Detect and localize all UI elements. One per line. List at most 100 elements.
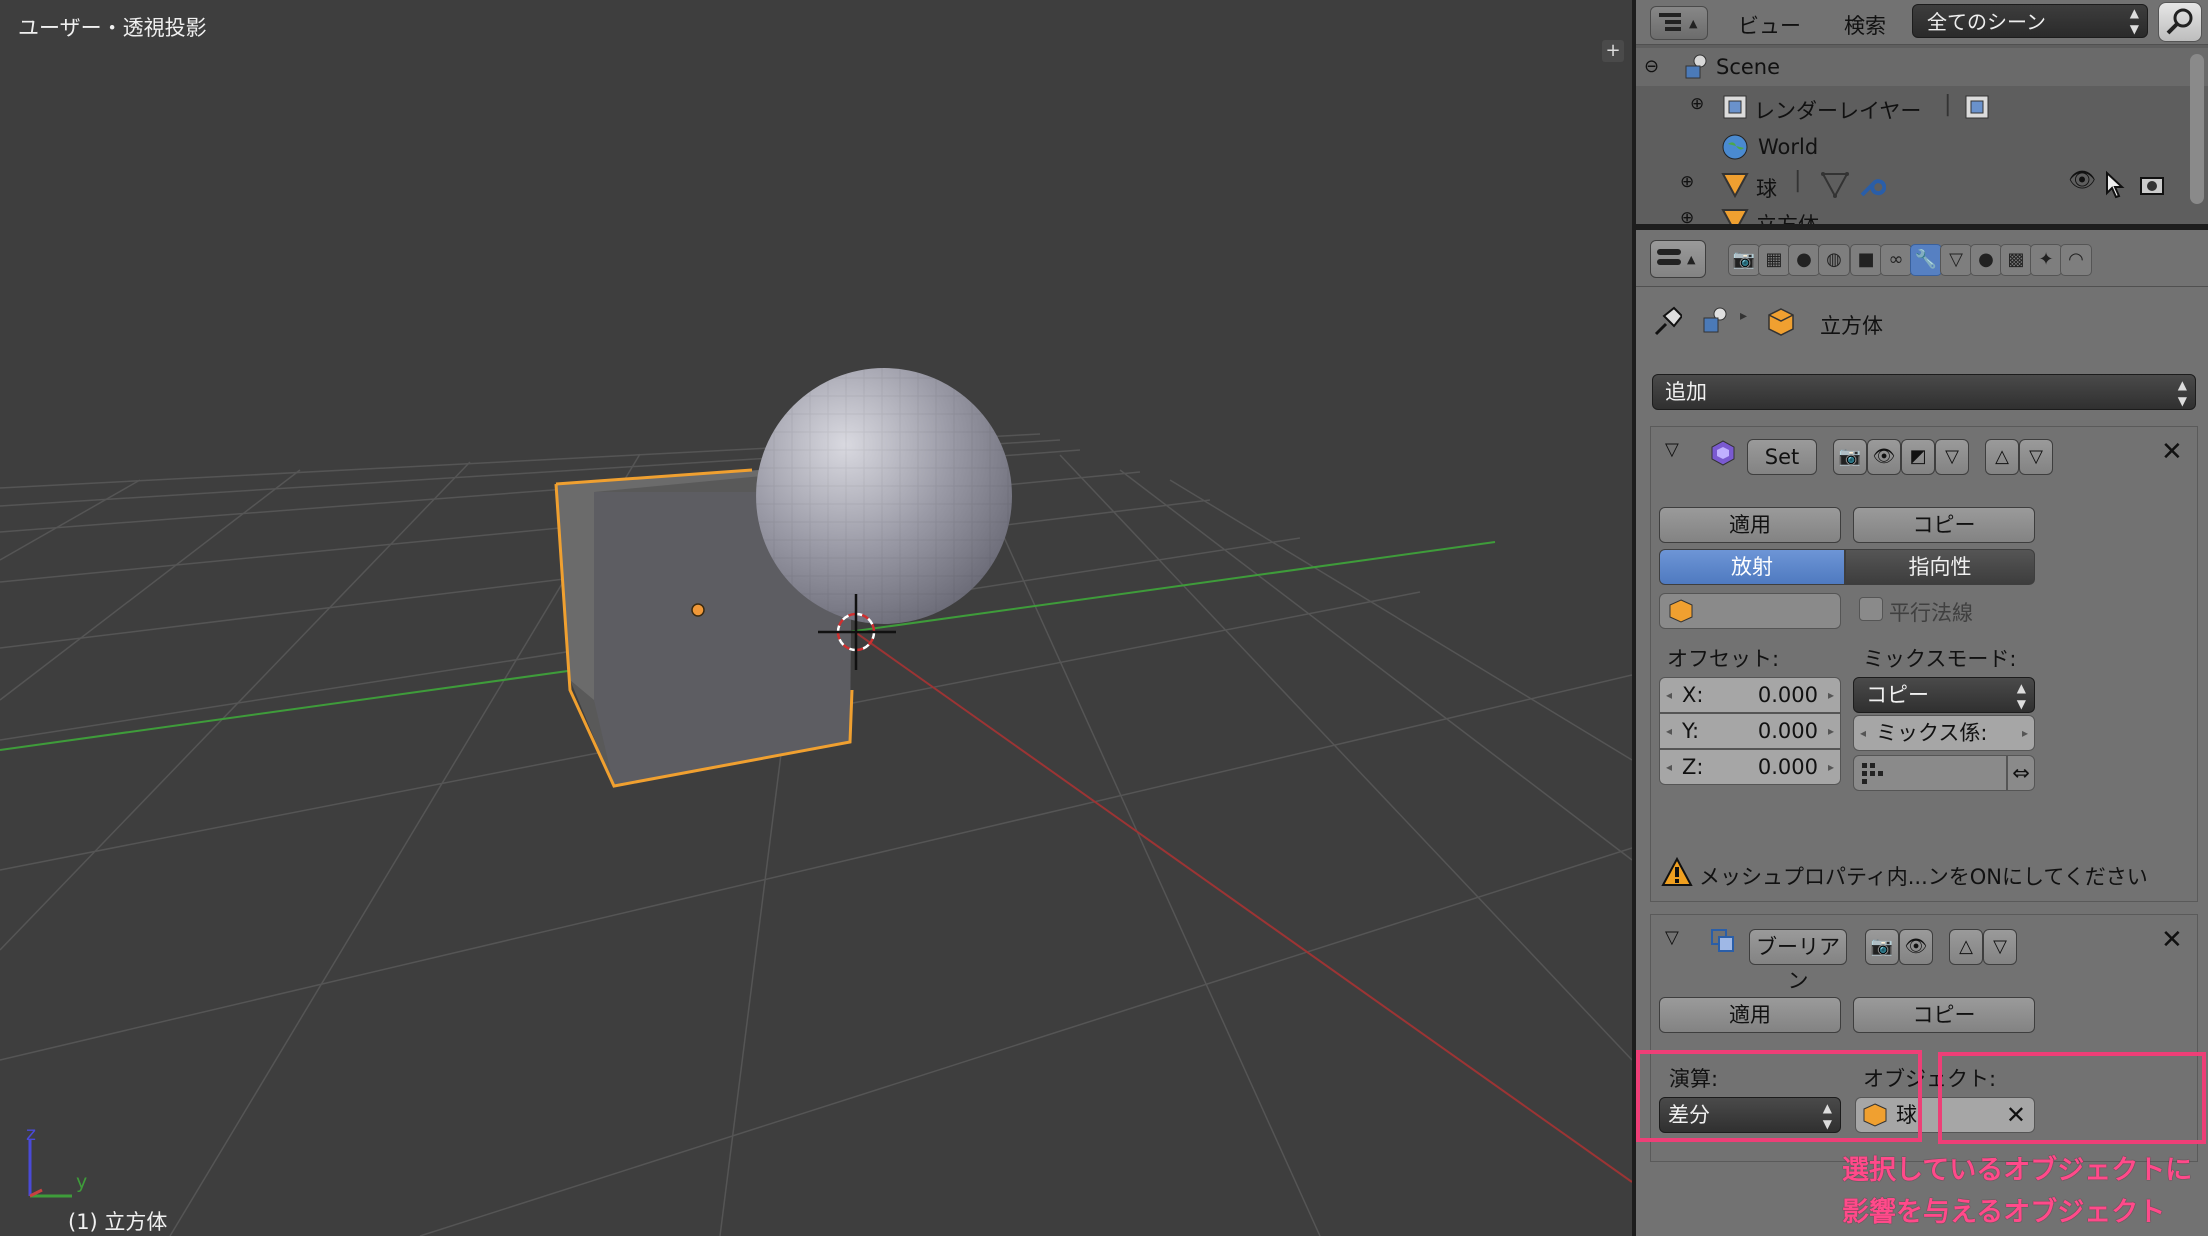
3d-viewport[interactable]: z y ユーザー・透視投影 (1) 立方体 + [0,0,1632,1236]
warning-message: メッシュプロパティ内...ンをONにしてください [1699,865,2148,889]
offset-z-label: Z: [1682,755,1704,779]
properties-editor-button[interactable]: ▲ [1650,240,1706,278]
offset-z-value: 0.000 [1757,755,1818,779]
render-tab-icon[interactable]: 📷 [1728,244,1760,276]
world-tab-icon[interactable]: ◍ [1818,244,1850,276]
boolean-modifier-icon [1711,929,1734,952]
modifiers-tab-icon[interactable]: 🔧 [1910,244,1942,276]
display-toggle-icon[interactable]: 👁 [1899,929,1933,965]
outliner-row-render-layers[interactable]: ⊕ レンダーレイヤー | [1636,88,2208,126]
modifier-panel-normal-edit: ▽ Set 📷 👁 ◩ ▽ △ ▽ ✕ 適用 コピー 放射 指向性 平行法線 オ… [1650,426,2198,902]
outliner-row-sphere[interactable]: ⊕ 球 | 👁 [1636,166,2208,204]
sphere-object[interactable] [756,368,1012,624]
copy-button[interactable]: コピー [1853,997,2035,1033]
outliner-icon: ▲ [1659,13,1698,31]
render-layers-icon [1723,95,1747,119]
data-tab-icon[interactable]: ▽ [1940,244,1972,276]
scene-icon [1685,54,1707,79]
mix-mode-dropdown[interactable]: コピー ▲ ▼ [1853,677,2035,713]
mix-factor-slider[interactable]: ◂ ミックス係: 1.000 ▸ [1853,715,2035,779]
visibility-eye-icon[interactable]: 👁 [2068,168,2096,193]
viewport-scene[interactable]: z y [0,0,1632,1236]
offset-y-field[interactable]: ◂ Y: 0.000 ▸ [1659,713,1841,749]
expand-icon[interactable]: ⊕ [1690,94,1704,114]
scene-tab-icon[interactable]: ● [1788,244,1820,276]
move-up-icon[interactable]: △ [1949,929,1983,965]
render-camera-icon[interactable] [2138,172,2168,198]
move-down-icon[interactable]: ▽ [1983,929,2017,965]
editmode-toggle-icon[interactable]: ◩ [1901,439,1935,475]
offset-x-label: X: [1682,683,1704,707]
parallel-normals-checkbox[interactable] [1859,597,1883,621]
separator-bar: | [1794,168,1802,193]
view-menu[interactable]: ビュー [1738,10,1801,40]
add-modifier-label: 追加 [1665,380,1707,404]
select-arrows-icon: ▲ ▼ [2016,681,2026,711]
tab-directional[interactable]: 指向性 [1845,549,2035,585]
svg-text:▲: ▲ [1689,17,1698,30]
invert-toggle-icon[interactable]: ⇔ [2007,755,2035,791]
display-mode-select[interactable]: 全てのシーン ▲ ▼ [1912,4,2148,38]
selectable-cursor-icon[interactable] [2102,170,2126,200]
modifier-name: Set [1764,445,1800,469]
remove-modifier-icon[interactable]: ✕ [2161,925,2183,955]
target-object-field[interactable] [1659,593,1841,629]
modifier-name-field[interactable]: Set [1747,439,1817,475]
outliner-row-scene[interactable]: ⊖ Scene [1636,48,2208,86]
copy-button[interactable]: コピー [1853,507,2035,543]
warning-icon [1661,857,1693,886]
object-icon [1721,173,1749,199]
render-toggle-icon[interactable]: 📷 [1865,929,1899,965]
render-layer-icon[interactable] [1962,92,1992,122]
texture-tab-icon[interactable]: ▩ [2000,244,2032,276]
apply-button[interactable]: 適用 [1659,997,1841,1033]
cage-toggle-icon[interactable]: ▽ [1935,439,1969,475]
outliner-scrollbar[interactable] [2190,54,2204,204]
modifier-name-field[interactable]: ブーリアン [1749,929,1847,993]
offset-x-field[interactable]: ◂ X: 0.000 ▸ [1659,677,1841,713]
outliner-header: ▲ ビュー 検索 全てのシーン ▲ ▼ [1636,0,2208,45]
object-tab-icon[interactable]: ■ [1850,244,1882,276]
axis-z-label: z [26,1123,36,1145]
add-modifier-dropdown[interactable]: 追加 ▲ ▼ [1652,374,2196,410]
move-up-icon[interactable]: △ [1985,439,2019,475]
scene-label: Scene [1716,55,1781,79]
render-layers-tab-icon[interactable]: ▦ [1758,244,1790,276]
move-down-icon[interactable]: ▽ [2019,439,2053,475]
offset-z-field[interactable]: ◂ Z: 0.000 ▸ [1659,749,1841,785]
right-panels: ▲ ビュー 検索 全てのシーン ▲ ▼ ⊖ Scene ⊕ レンダーレイヤー |… [1636,0,2208,1236]
mix-mode-label: ミックスモード: [1863,647,2017,671]
collapse-triangle-icon[interactable]: ▽ [1665,927,1679,948]
apply-button[interactable]: 適用 [1659,507,1841,543]
collapse-triangle-icon[interactable]: ▽ [1665,439,1679,460]
editor-type-button[interactable]: ▲ [1650,6,1708,40]
vertex-group-field[interactable] [1853,755,2007,791]
highlight-operation-box [1636,1050,1922,1142]
sphere-label: 球 [1756,177,1777,201]
particles-tab-icon[interactable]: ✦ [2030,244,2062,276]
render-toggle-icon[interactable]: 📷 [1833,439,1867,475]
properties-editor-icon: ▲ [1657,249,1696,266]
display-toggle-icon[interactable]: 👁 [1867,439,1901,475]
object-origin [691,603,705,617]
wrench-icon[interactable] [1856,170,1886,200]
viewport-toolshelf-toggle[interactable]: + [1602,40,1624,62]
outliner-row-world[interactable]: World [1636,128,2208,166]
select-arrows-icon: ▲ ▼ [2177,378,2187,408]
remove-modifier-icon[interactable]: ✕ [2161,437,2183,467]
highlight-object-box [1938,1052,2206,1144]
pin-icon[interactable] [1652,306,1682,338]
mesh-data-icon[interactable] [1820,170,1850,200]
normal-edit-modifier-icon [1711,440,1735,466]
breadcrumb-arrow-icon: ▸ [1740,308,1748,324]
constraints-tab-icon[interactable]: ∞ [1880,244,1912,276]
tab-radial[interactable]: 放射 [1659,549,1845,585]
expand-icon[interactable]: ⊕ [1680,172,1694,192]
search-field[interactable] [2158,2,2202,42]
search-menu[interactable]: 検索 [1844,10,1886,40]
material-tab-icon[interactable]: ● [1970,244,2002,276]
mix-mode-value: コピー [1866,683,1929,707]
collapse-icon[interactable]: ⊖ [1644,56,1659,77]
physics-tab-icon[interactable]: ◠ [2060,244,2092,276]
modifier-header: ▽ ブーリアン 📷 👁 △ ▽ ✕ [1651,915,2197,993]
